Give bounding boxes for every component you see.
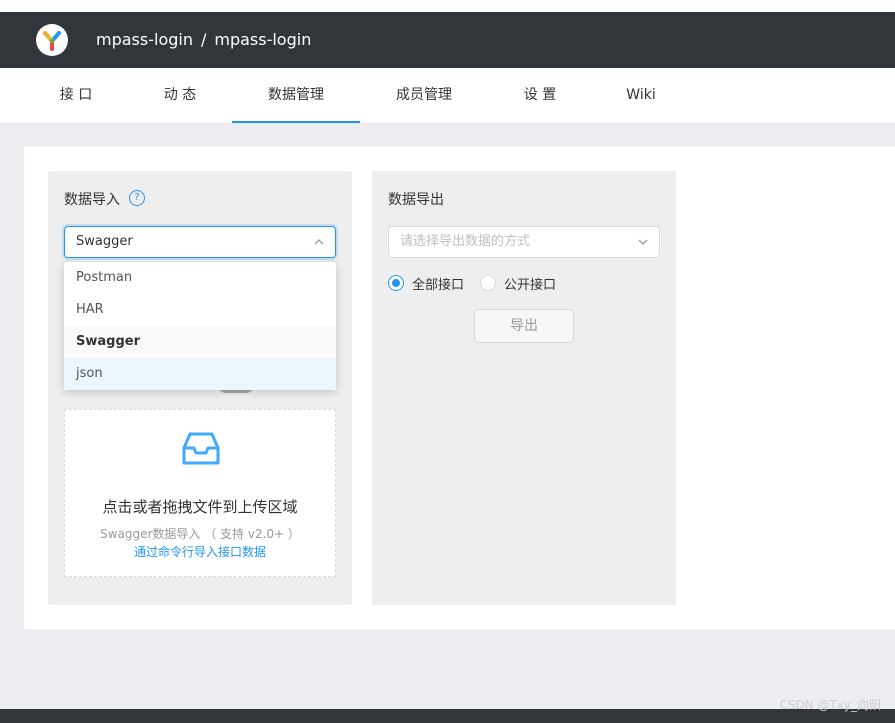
watermark: CSDN @Txy_向阳 [779, 698, 881, 712]
upload-dropzone[interactable]: 点击或者拖拽文件到上传区域 Swagger数据导入 （ 支持 v2.0+ ） 通… [64, 409, 336, 577]
tab-data-management[interactable]: 数据管理 [232, 68, 360, 123]
import-select-value: Swagger [76, 234, 133, 249]
export-button[interactable]: 导出 [474, 309, 574, 343]
option-postman[interactable]: Postman [64, 262, 336, 294]
export-title: 数据导出 [388, 192, 444, 208]
inbox-icon [182, 432, 220, 465]
question-circle-icon[interactable]: ? [129, 190, 145, 206]
yapi-logo-icon[interactable] [36, 24, 68, 56]
tab-members[interactable]: 成员管理 [380, 68, 468, 123]
upload-text: 点击或者拖拽文件到上传区域 [102, 498, 298, 516]
export-panel: 数据导出 请选择导出数据的方式 全部接口 公开接口 导出 [372, 171, 676, 605]
option-json[interactable]: json [64, 358, 336, 390]
tab-wiki[interactable]: Wiki [604, 68, 678, 123]
footer-bar [0, 709, 895, 723]
radio-checked-icon [388, 275, 404, 291]
app-header: mpass-login / mpass-login [0, 12, 895, 68]
top-strip [0, 0, 895, 12]
breadcrumb-separator: / [200, 30, 207, 49]
project-tabs: 接 口 动 态 数据管理 成员管理 设 置 Wiki [0, 68, 895, 124]
import-type-dropdown: Postman HAR Swagger json [64, 262, 336, 390]
import-title: 数据导入 [64, 192, 120, 208]
tab-activity[interactable]: 动 态 [140, 68, 220, 123]
radio-public-label: 公开接口 [504, 278, 557, 293]
export-type-select[interactable]: 请选择导出数据的方式 [388, 226, 660, 258]
breadcrumb: mpass-login / mpass-login [96, 12, 311, 68]
radio-unchecked-icon [480, 275, 496, 291]
chevron-down-icon [638, 239, 648, 245]
breadcrumb-project[interactable]: mpass-login [214, 12, 311, 68]
option-swagger[interactable]: Swagger [64, 326, 336, 358]
export-select-placeholder: 请选择导出数据的方式 [400, 234, 531, 249]
import-type-select[interactable]: Swagger [64, 226, 336, 258]
cli-import-link[interactable]: 通过命令行导入接口数据 [65, 543, 335, 560]
tab-interface[interactable]: 接 口 [35, 68, 117, 123]
option-har[interactable]: HAR [64, 294, 336, 326]
upload-hint: Swagger数据导入 （ 支持 v2.0+ ） [100, 527, 300, 541]
breadcrumb-group[interactable]: mpass-login [96, 12, 193, 68]
chevron-up-icon [314, 239, 324, 245]
tab-settings[interactable]: 设 置 [500, 68, 580, 123]
radio-all-label: 全部接口 [412, 278, 465, 293]
